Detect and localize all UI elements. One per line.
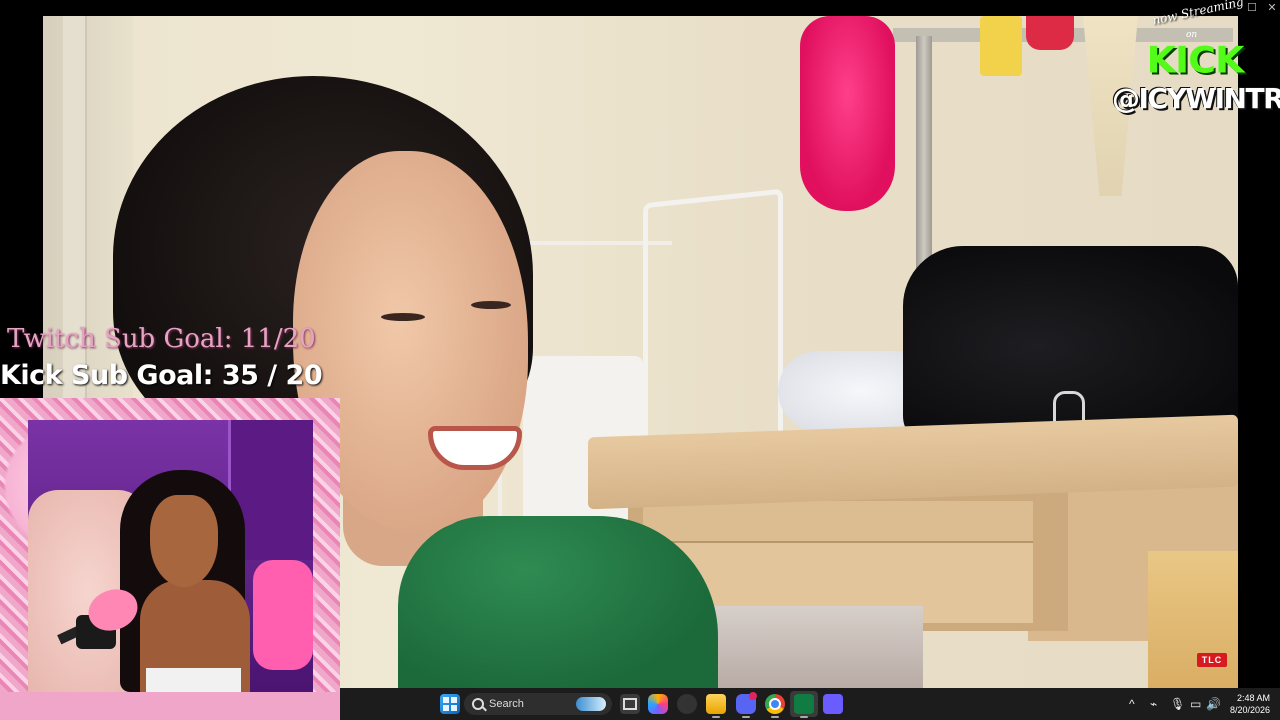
taskbar-search-box[interactable]: Search <box>464 693 612 715</box>
microphone-icon[interactable]: 🎙 <box>1170 697 1185 711</box>
person-right-eye <box>471 301 511 309</box>
clock-time: 2:48 AM <box>1236 693 1270 703</box>
scene-red-garment <box>1026 16 1074 50</box>
person-green-shirt <box>398 516 718 688</box>
copilot-icon[interactable] <box>648 694 668 714</box>
clock-date: 8/20/2026 <box>1229 705 1270 715</box>
file-explorer-icon[interactable] <box>706 694 726 714</box>
tlc-logo: TLC <box>1197 653 1227 667</box>
chrome-running-indicator <box>771 716 779 718</box>
discord-notification-badge <box>749 692 757 700</box>
search-placeholder: Search <box>489 698 524 710</box>
task-view-icon[interactable] <box>620 694 640 714</box>
twitch-sub-goal: Twitch Sub Goal: 11/20 <box>7 324 316 354</box>
streamer-face <box>150 495 218 587</box>
kick-handle: @ICYWINTRR <box>1112 82 1280 115</box>
scene-desk-shelf <box>643 501 1033 543</box>
chrome-icon[interactable] <box>765 694 785 714</box>
person-left-eye <box>381 313 425 321</box>
webcam-feed <box>28 420 313 692</box>
file-explorer-running-indicator <box>712 716 720 718</box>
apps-grid-icon[interactable] <box>823 694 843 714</box>
streamer-white-top <box>146 668 241 692</box>
kick-logo: KICK <box>1146 39 1245 81</box>
webcam-pink-pillow <box>253 560 313 670</box>
kick-sub-goal: Kick Sub Goal: 35 / 20 <box>0 360 323 391</box>
taskbar-clock[interactable]: 2:48 AM 8/20/2026 <box>1222 692 1270 716</box>
excel-running-indicator <box>800 716 808 718</box>
network-icon[interactable]: ⌁ <box>1150 697 1157 711</box>
tray-chevron-icon[interactable]: ^ <box>1129 697 1135 711</box>
window-titlebar <box>0 0 1280 16</box>
search-highlight-icon <box>576 697 606 711</box>
scene-yellow-garment <box>980 16 1022 76</box>
discord-running-indicator <box>742 716 750 718</box>
windows-start-icon[interactable] <box>440 694 460 714</box>
excel-icon[interactable] <box>794 694 814 714</box>
cycle-app-icon[interactable] <box>677 694 697 714</box>
close-button[interactable]: ✕ <box>1264 1 1280 15</box>
webcam-frame-bottom <box>0 692 340 720</box>
scene-cardboard-box <box>1148 551 1238 688</box>
volume-icon[interactable]: 🔊 <box>1206 697 1221 711</box>
scene-pink-garment <box>800 16 895 211</box>
display-icon[interactable]: ▭ <box>1190 697 1201 711</box>
search-icon <box>472 698 484 710</box>
